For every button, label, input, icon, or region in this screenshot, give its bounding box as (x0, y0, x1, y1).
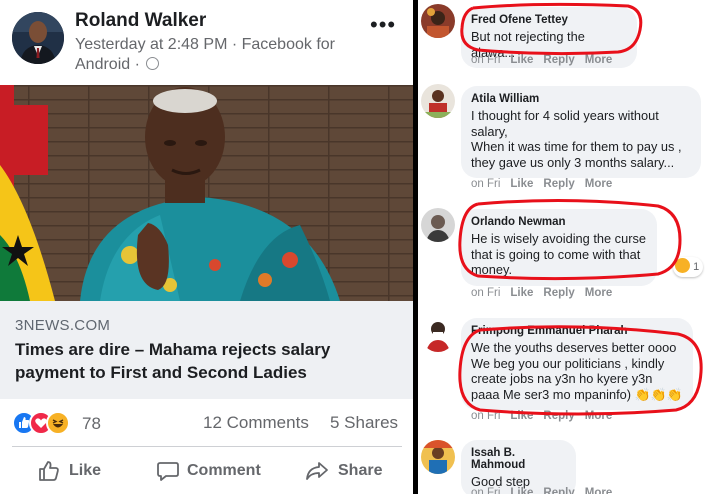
like-label: Like (69, 462, 102, 479)
link-title[interactable]: Times are dire – Mahama rejects salary p… (15, 338, 400, 384)
commenter-avatar[interactable] (421, 440, 455, 474)
comment-text: He is wisely avoiding the curse that is … (471, 231, 646, 277)
news-photo[interactable] (0, 85, 413, 301)
comment-like-link[interactable]: Like (510, 287, 533, 299)
share-arrow-icon (306, 462, 328, 480)
comment-like-link[interactable]: Like (510, 54, 533, 66)
commenter-name[interactable]: Orlando Newman (471, 216, 647, 228)
link-source: 3NEWS.COM (15, 317, 111, 334)
comments-count[interactable]: 12 Comments (203, 413, 309, 433)
comment-text: We the youths deserves better oooo We be… (471, 340, 683, 402)
more-options-icon[interactable]: ••• (370, 12, 396, 38)
globe-icon (146, 57, 160, 70)
comment-more-link[interactable]: More (585, 487, 612, 494)
commenter-avatar[interactable] (421, 208, 455, 242)
comment-more-link[interactable]: More (585, 410, 612, 422)
comment-reaction-badge[interactable]: 1 (673, 257, 704, 277)
post-timestamp[interactable]: Yesterday at 2:48 PM · Facebook for Andr… (75, 36, 335, 73)
comment-actions: on Fri Like Reply More (471, 178, 622, 190)
author-name[interactable]: Roland Walker (75, 10, 206, 32)
commenter-name[interactable]: Fred Ofene Tettey (471, 14, 627, 26)
reaction-count: 78 (82, 414, 101, 433)
comment-bubble[interactable]: Orlando Newman He is wisely avoiding the… (461, 209, 657, 286)
author-avatar[interactable] (12, 12, 64, 64)
comment-like-link[interactable]: Like (510, 178, 533, 190)
comment-reply-link[interactable]: Reply (543, 54, 574, 66)
comment-label: Comment (187, 462, 261, 479)
comment-actions: on Fri Like Reply More (471, 487, 622, 494)
commenter-avatar[interactable] (421, 318, 455, 352)
comment-like-link[interactable]: Like (510, 487, 533, 494)
comment-bubble[interactable]: Atila William I thought for 4 solid year… (461, 86, 701, 178)
comment-like-link[interactable]: Like (510, 410, 533, 422)
comment-actions: on Fri Like Reply More (471, 410, 622, 422)
comment-bubble[interactable]: Frimpong Emmanuel Pharah We the youths d… (461, 318, 693, 410)
commenter-avatar[interactable] (421, 84, 455, 118)
haha-reaction-icon (675, 258, 690, 273)
comment-reply-link[interactable]: Reply (543, 287, 574, 299)
like-button[interactable]: Like (37, 458, 127, 486)
share-button[interactable]: Share (305, 458, 395, 486)
comment-time: on Fri (471, 178, 501, 190)
share-label: Share (338, 462, 383, 479)
comment-icon (157, 462, 179, 481)
shares-count[interactable]: 5 Shares (330, 413, 398, 433)
commenter-name[interactable]: Atila William (471, 93, 691, 105)
commenter-avatar[interactable] (421, 4, 455, 38)
thumbs-up-icon (39, 461, 59, 481)
comment-time: on Fri (471, 287, 501, 299)
comment-time: on Fri (471, 410, 501, 422)
comment-text: I thought for 4 solid years without sala… (471, 108, 682, 170)
comment-time: on Fri (471, 54, 501, 66)
haha-reaction-icon (46, 411, 70, 435)
comment-actions: on Fri Like Reply More (471, 54, 622, 66)
comment-reply-link[interactable]: Reply (543, 410, 574, 422)
comment-reply-link[interactable]: Reply (543, 487, 574, 494)
facebook-post: Roland Walker Yesterday at 2:48 PM · Fac… (0, 0, 413, 494)
comments-panel: Fred Ofene Tettey But not rejecting the … (418, 0, 720, 494)
comment-more-link[interactable]: More (585, 54, 612, 66)
divider (12, 446, 402, 447)
comment-button[interactable]: Comment (156, 458, 276, 486)
comment-time: on Fri (471, 487, 501, 494)
post-meta: Yesterday at 2:48 PM · Facebook for Andr… (75, 35, 355, 75)
link-preview[interactable]: 3NEWS.COM Times are dire – Mahama reject… (0, 301, 413, 399)
commenter-name[interactable]: Issah B. Mahmoud (471, 447, 566, 471)
comment-reply-link[interactable]: Reply (543, 178, 574, 190)
comment-reaction-count: 1 (693, 261, 700, 273)
comment-more-link[interactable]: More (585, 287, 612, 299)
commenter-name[interactable]: Frimpong Emmanuel Pharah (471, 325, 683, 337)
comment-bubble[interactable]: Issah B. Mahmoud Good step (461, 440, 576, 494)
comment-more-link[interactable]: More (585, 178, 612, 190)
comment-actions: on Fri Like Reply More (471, 287, 622, 299)
